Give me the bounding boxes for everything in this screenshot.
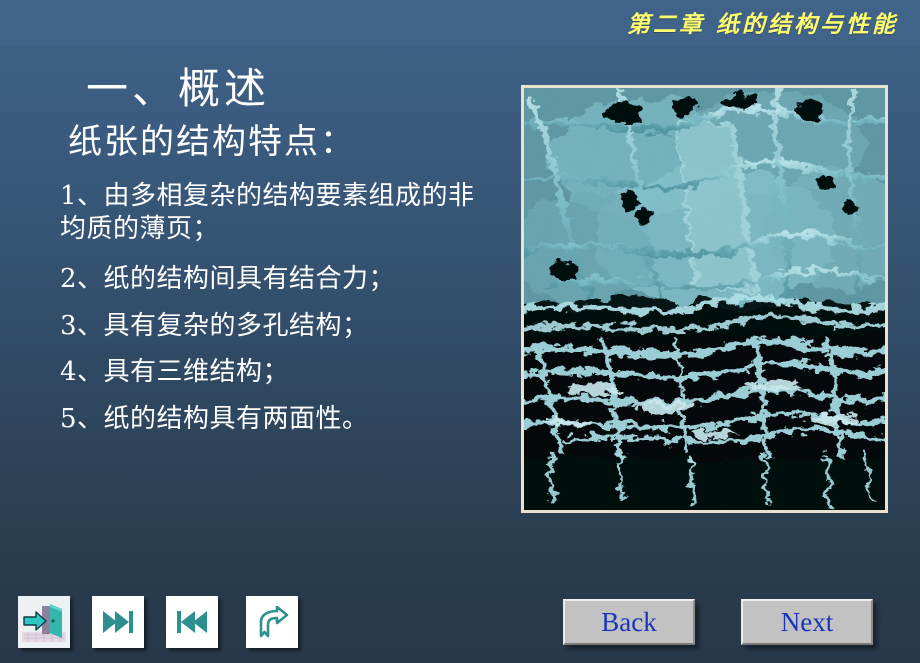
presentation-slide: 第二章 纸的结构与性能 一、概述 纸张的结构特点： 1、由多相复杂的结构要素组成… [0,0,920,663]
skip-to-start-icon [175,609,209,635]
skip-to-end-icon [101,609,135,635]
exit-button[interactable] [18,596,70,648]
next-button-label: Next [780,606,834,637]
exit-door-icon [22,602,66,642]
slide-header-bar: 第二章 纸的结构与性能 [0,0,920,46]
page-title: 一、概述 [86,64,271,113]
list-item: 3、具有复杂的多孔结构； [60,310,369,341]
curved-return-arrow-icon [255,606,289,638]
content-text-column: 一、概述 纸张的结构特点： 1、由多相复杂的结构要素组成的非均质的薄页； 2、纸… [60,64,500,450]
back-button[interactable]: Back [563,599,695,645]
first-slide-button[interactable] [166,596,218,648]
last-slide-button[interactable] [92,596,144,648]
subtitle: 纸张的结构特点： [68,121,356,162]
sem-micrograph [524,88,885,510]
list-item: 1、由多相复杂的结构要素组成的非均质的薄页； [60,181,475,245]
list-item: 5、纸的结构具有两面性。 [60,404,369,435]
return-button[interactable] [246,596,298,648]
chapter-title: 第二章 纸的结构与性能 [626,11,898,38]
list-item: 4、具有三维结构； [60,357,290,388]
figure-frame [521,85,888,513]
list-item: 2、纸的结构间具有结合力； [60,263,396,294]
next-button[interactable]: Next [741,599,873,645]
back-button-label: Back [601,606,657,637]
bullet-list: 1、由多相复杂的结构要素组成的非均质的薄页； 2、纸的结构间具有结合力； 3、具… [60,180,500,436]
